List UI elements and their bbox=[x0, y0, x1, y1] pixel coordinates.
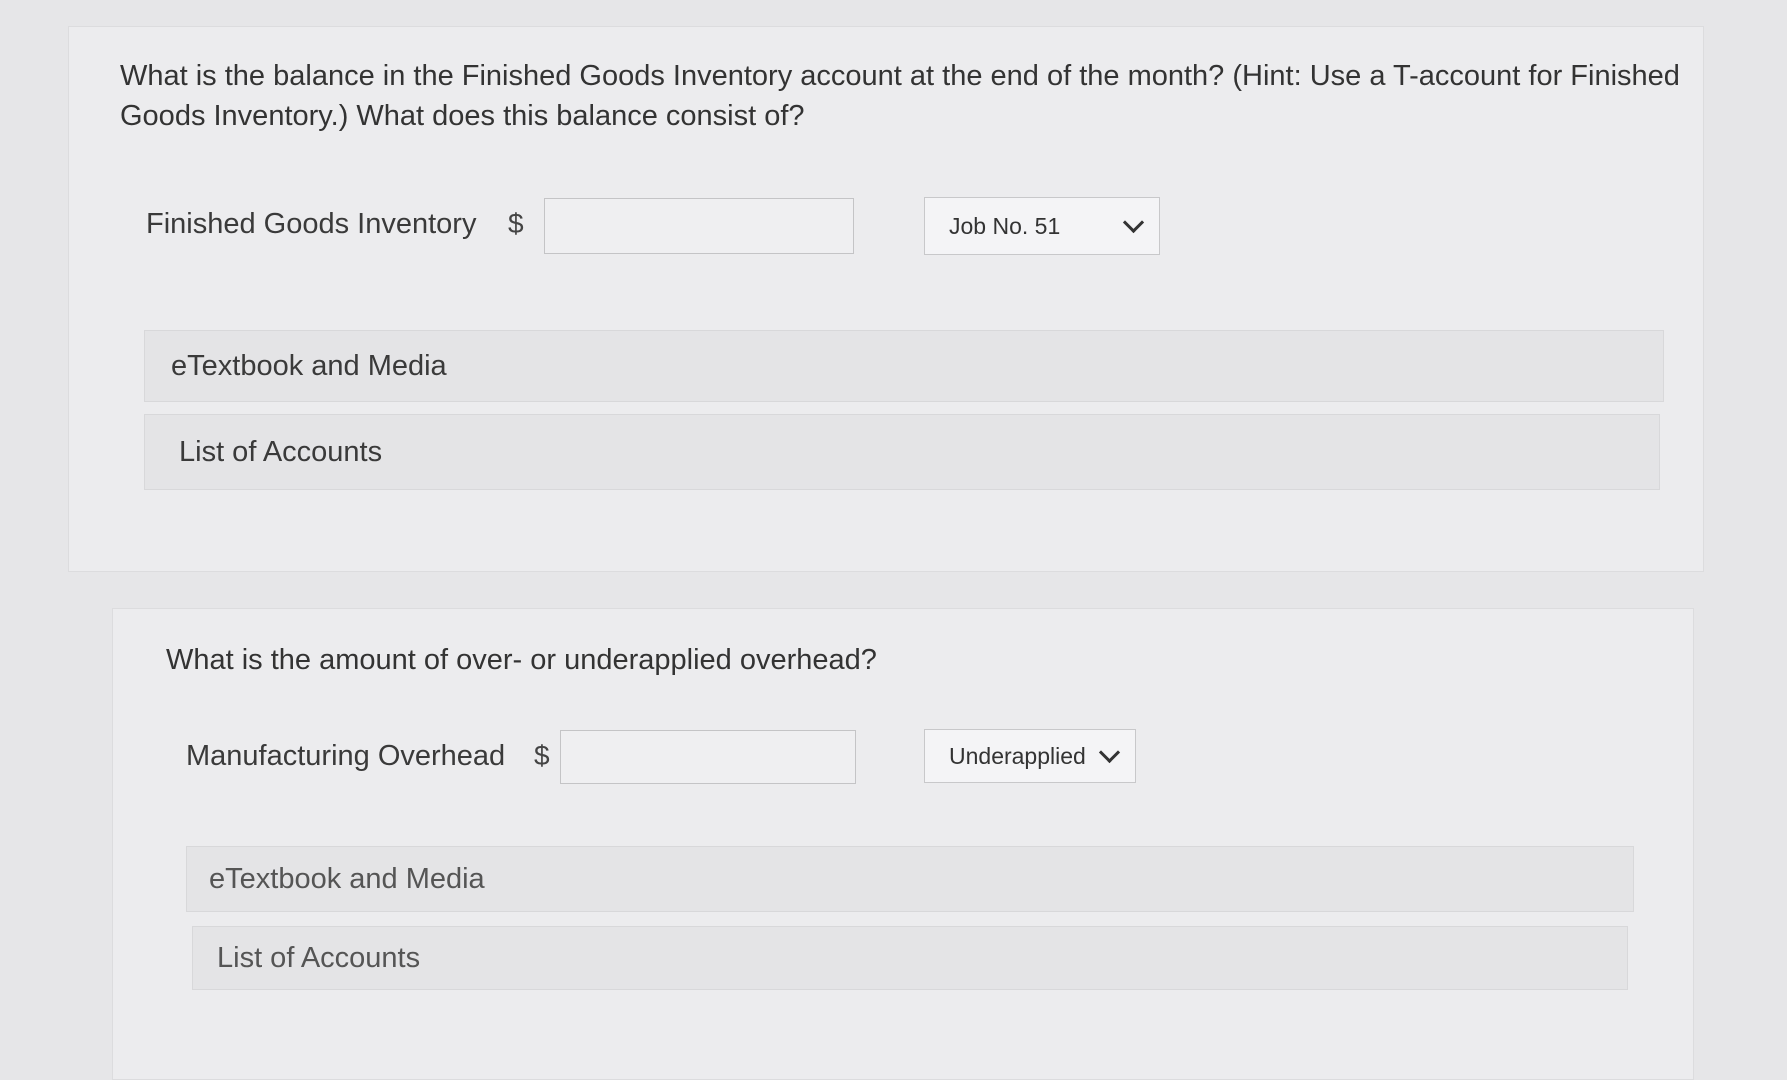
manufacturing-overhead-amount-input[interactable] bbox=[560, 730, 856, 784]
question-text-overhead: What is the amount of over- or underappl… bbox=[166, 644, 877, 676]
currency-symbol: $ bbox=[534, 740, 550, 771]
panel-label: eTextbook and Media bbox=[209, 862, 485, 895]
panel-label: List of Accounts bbox=[179, 435, 383, 468]
list-of-accounts-panel[interactable]: List of Accounts bbox=[192, 926, 1628, 990]
panel-label: eTextbook and Media bbox=[171, 349, 447, 382]
list-of-accounts-panel[interactable]: List of Accounts bbox=[144, 414, 1660, 490]
chevron-down-icon bbox=[1122, 211, 1145, 233]
panel-label: List of Accounts bbox=[217, 941, 421, 974]
currency-symbol: $ bbox=[508, 208, 524, 239]
finished-goods-inventory-label: Finished Goods Inventory bbox=[146, 208, 477, 240]
chevron-down-icon bbox=[1098, 741, 1121, 763]
page: What is the balance in the Finished Good… bbox=[0, 0, 1787, 1080]
question-text-finished-goods: What is the balance in the Finished Good… bbox=[120, 60, 1680, 132]
manufacturing-overhead-label: Manufacturing Overhead bbox=[186, 740, 506, 772]
etextbook-and-media-panel[interactable]: eTextbook and Media bbox=[186, 846, 1634, 912]
etextbook-and-media-panel[interactable]: eTextbook and Media bbox=[144, 330, 1664, 402]
finished-goods-consists-of-select[interactable]: Job No. 51 bbox=[924, 197, 1160, 255]
select-value: Job No. 51 bbox=[949, 212, 1061, 239]
select-value: Underapplied bbox=[949, 742, 1086, 769]
over-underapplied-select[interactable]: Underapplied bbox=[924, 729, 1136, 783]
finished-goods-amount-input[interactable] bbox=[544, 198, 854, 254]
